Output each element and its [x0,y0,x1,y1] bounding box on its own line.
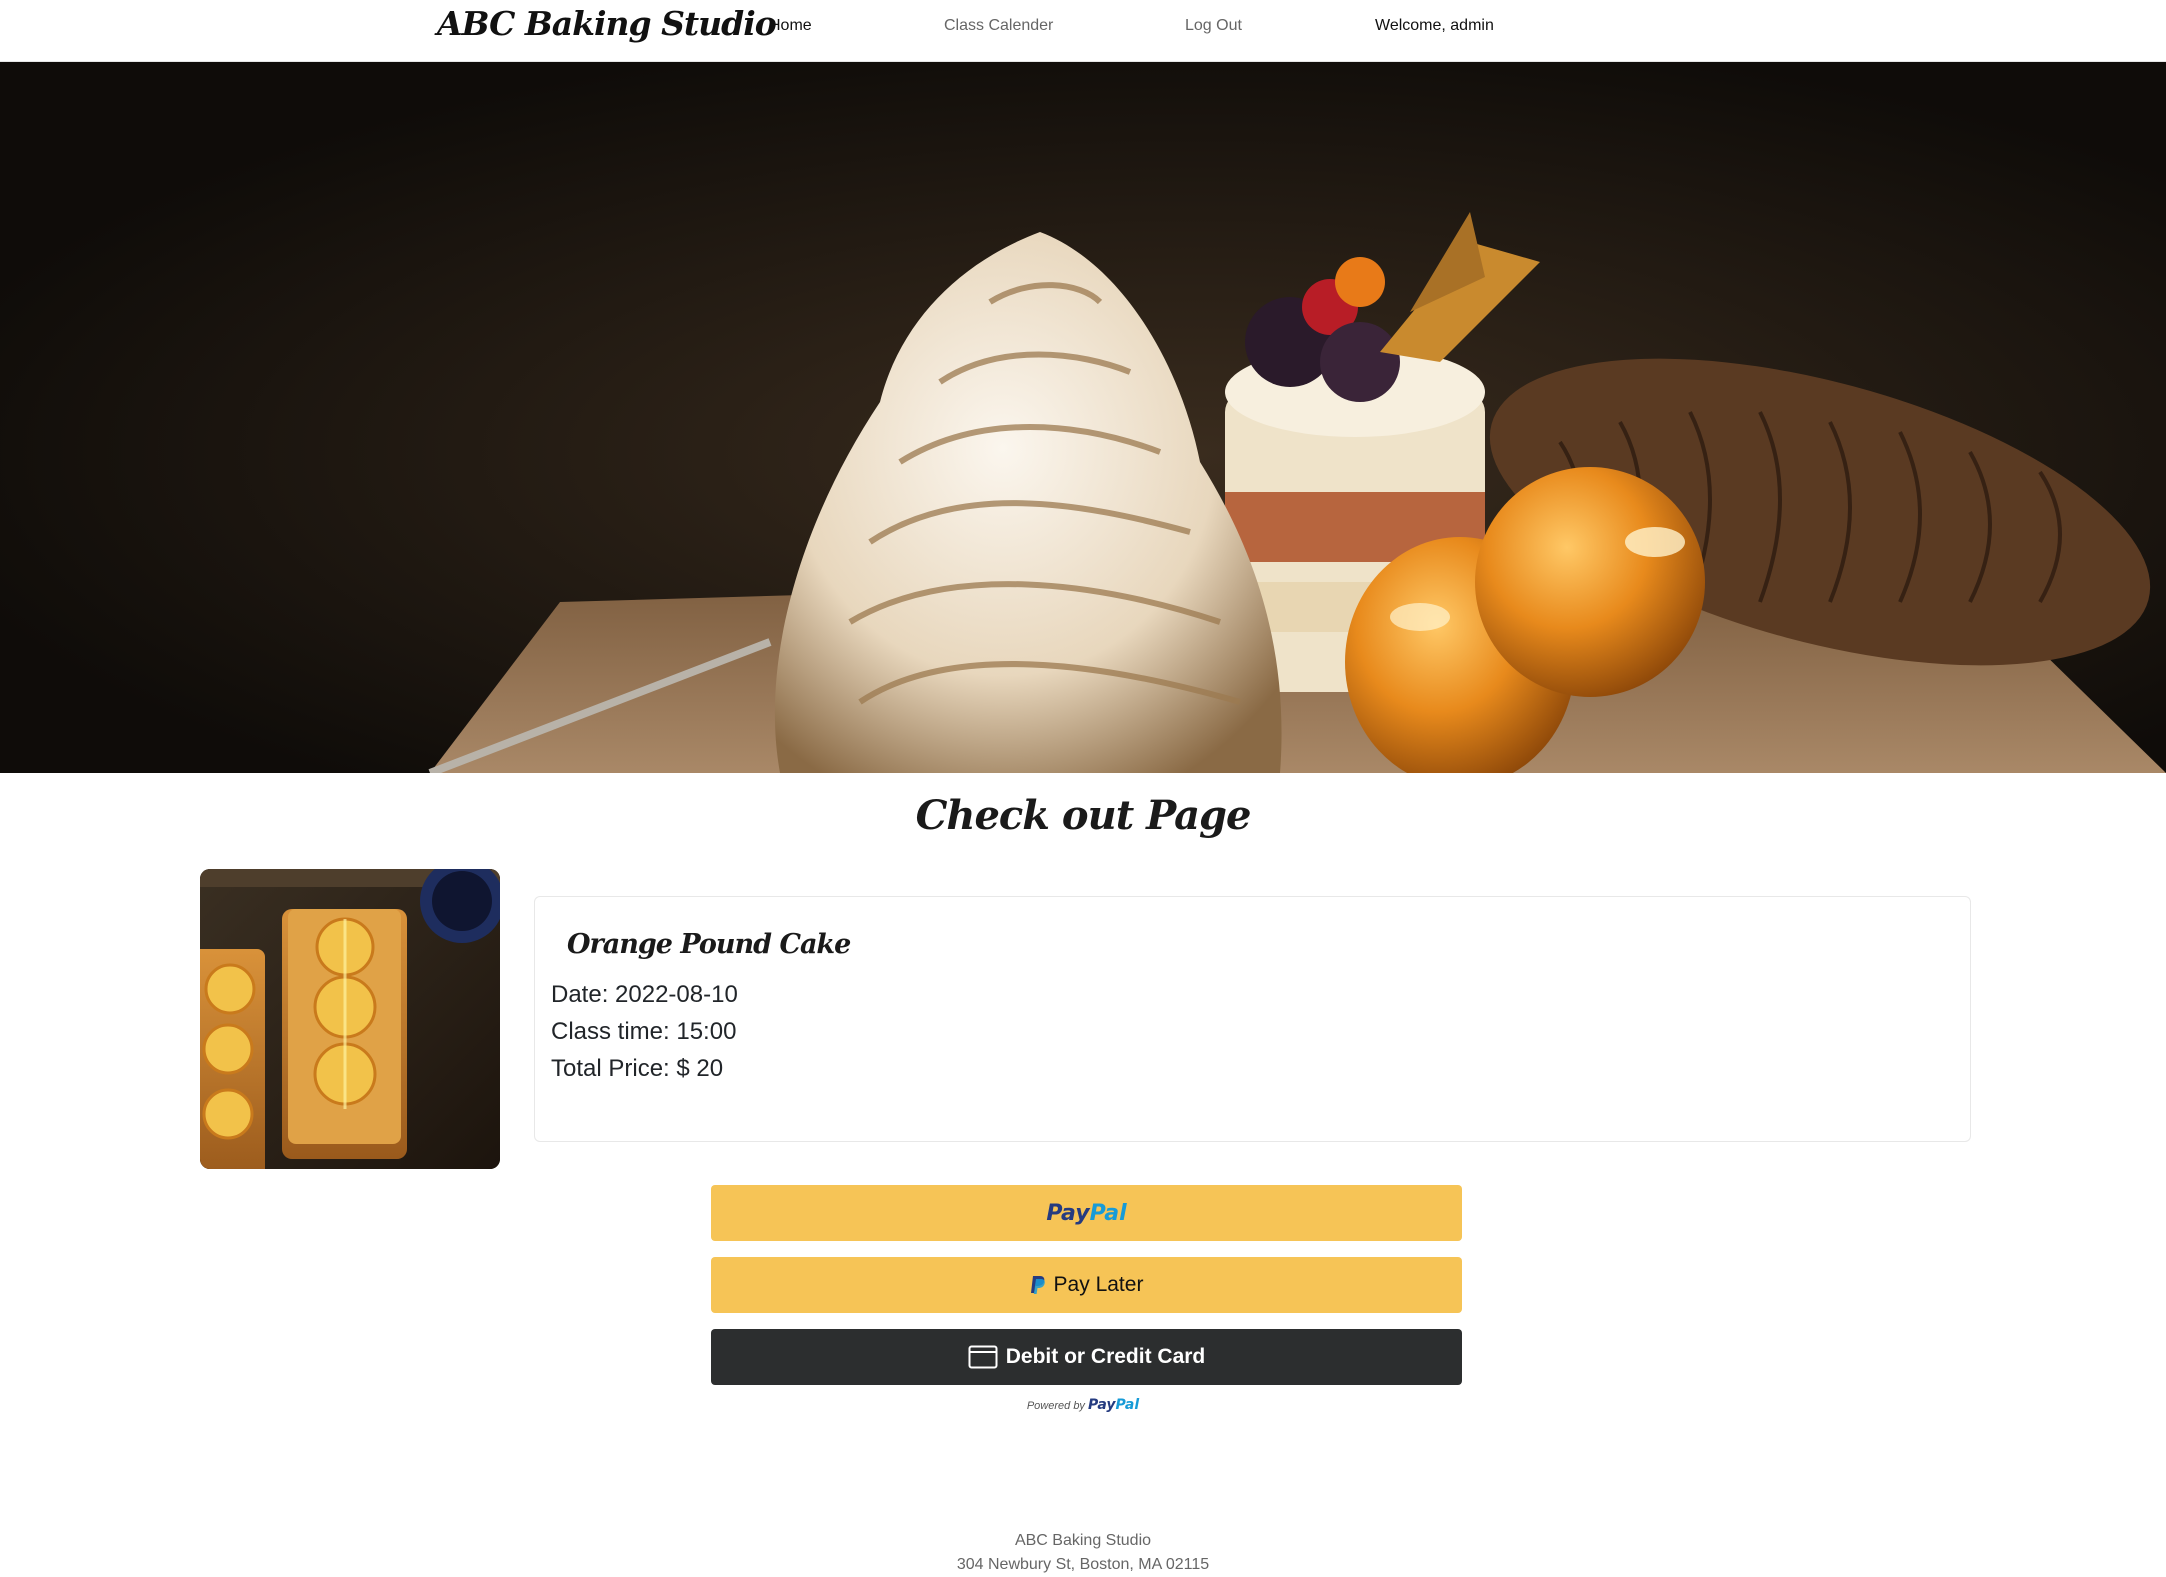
class-info-card: Orange Pound Cake Date: 2022-08-10 Class… [534,896,1971,1142]
powered-by-paypal: Powered by PayPal [0,1396,2166,1415]
card-button-label: Debit or Credit Card [1005,1345,1206,1368]
page-title: Check out Page [915,792,1252,839]
nav-home[interactable]: Home [769,15,812,37]
paypal-button[interactable]: PayPal [711,1185,1462,1241]
nav-class-calender[interactable]: Class Calender [944,15,1053,37]
powered-by-text: Powered by [1026,1400,1085,1412]
pound-cake-illustration [200,869,500,1169]
footer-address: 304 Newbury St, Boston, MA 02115 [956,1556,1210,1573]
class-date: Date: 2022-08-10 [551,981,738,1008]
hero-dessert-illustration [0,62,2166,773]
pay-later-button[interactable]: Pay Later [711,1257,1462,1313]
paypal-p-icon [1030,1276,1045,1294]
brand-logo[interactable]: ABC Baking Studio [437,2,777,46]
pay-later-label: Pay Later [1053,1273,1144,1296]
footer: ABC Baking Studio 304 Newbury St, Boston… [0,1529,2166,1577]
debit-credit-card-button[interactable]: Debit or Credit Card [711,1329,1462,1385]
nav-log-out[interactable]: Log Out [1185,15,1242,37]
class-name: Orange Pound Cake [567,929,851,960]
footer-studio-name: ABC Baking Studio [1014,1532,1152,1549]
product-image [200,869,500,1169]
paypal-logo: PayPal [1046,1200,1127,1226]
credit-card-icon [968,1345,998,1369]
hero-image [0,62,2166,773]
class-time: Class time: 15:00 [551,1018,737,1045]
welcome-text: Welcome, admin [1375,17,1494,34]
navbar: ABC Baking Studio Home Class Calender Lo… [0,0,2166,62]
paypal-small-logo: PayPal [1088,1397,1140,1413]
total-price: Total Price: $ 20 [551,1055,724,1082]
